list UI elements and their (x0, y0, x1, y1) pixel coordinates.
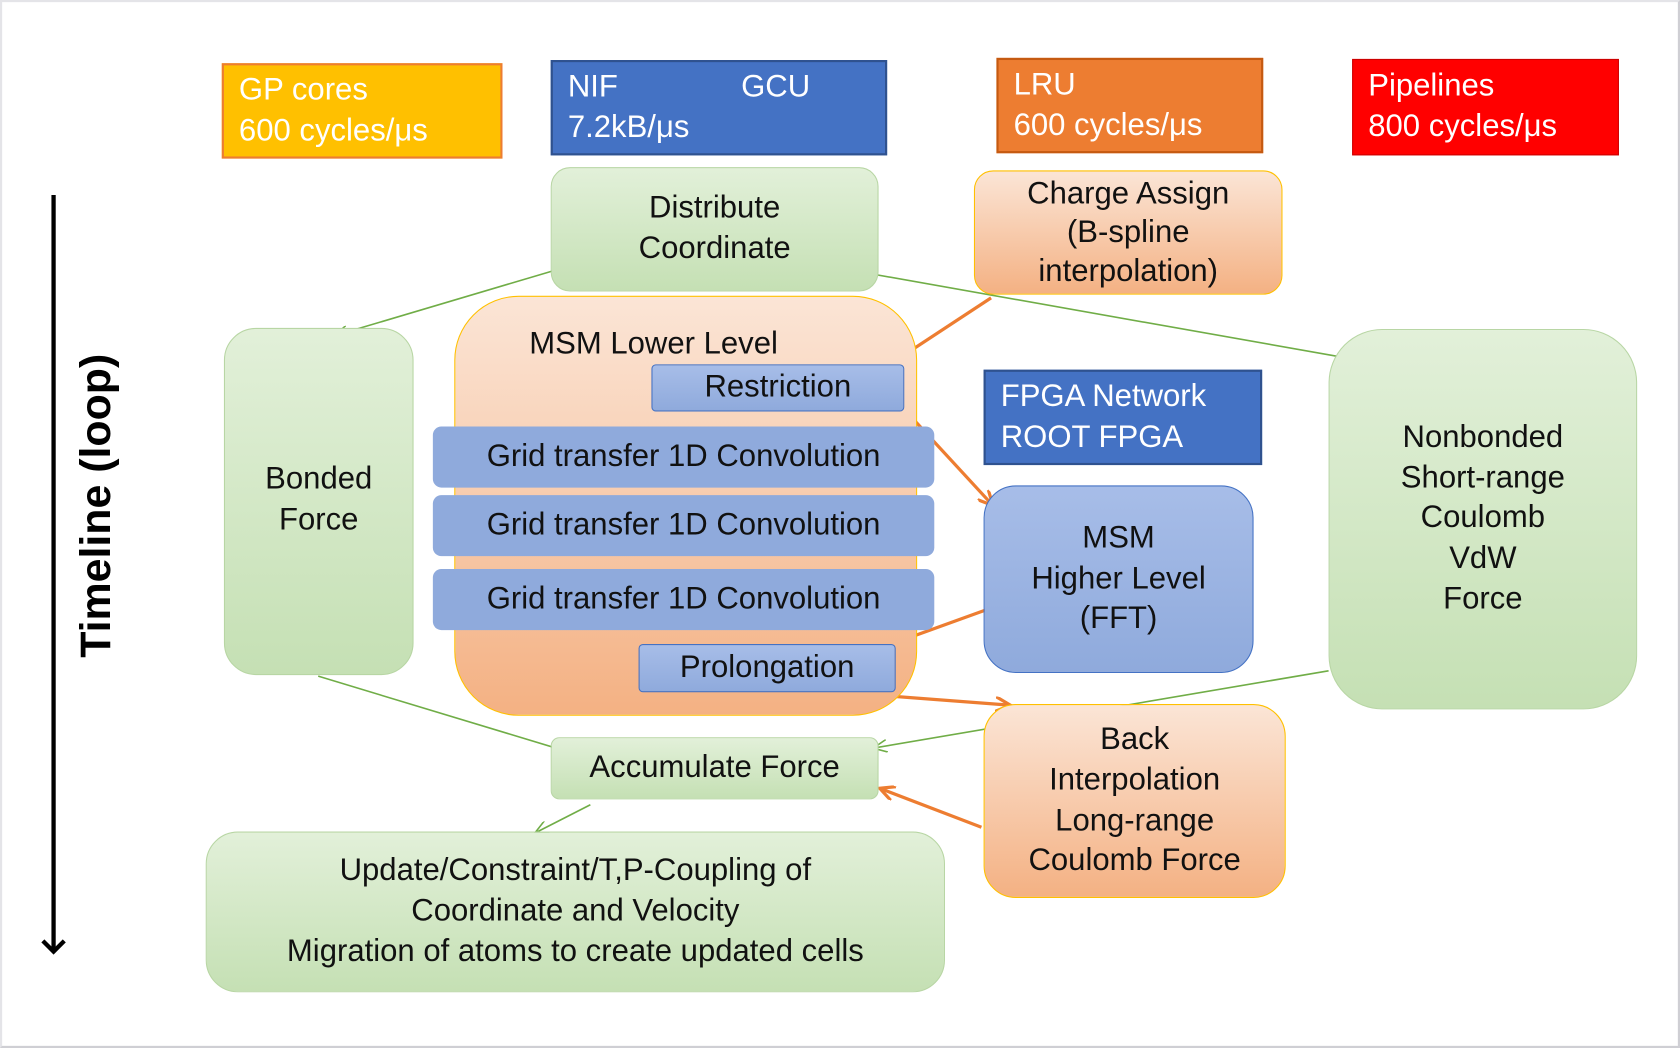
node-text: Coulomb Force (1028, 843, 1241, 878)
timeline-label: Timeline (loop) (72, 353, 120, 658)
node-text: Nonbonded (1402, 420, 1564, 455)
node-msm-higher-level: MSM Higher Level (FFT) (983, 485, 1254, 673)
header-nif-gcu: NIF GCU 7.2kB/μs (550, 60, 888, 156)
node-text: Force (279, 502, 359, 537)
node-text: Back (1100, 722, 1170, 757)
header-lru: LRU 600 cycles/μs (996, 57, 1264, 154)
diagram: Timeline (loop) GP cores 600 cycles/μs N… (0, 0, 1680, 1048)
node-bonded-force: Bonded Force (223, 327, 414, 676)
header-pipelines: Pipelines 800 cycles/μs (1352, 58, 1619, 156)
node-text: Grid transfer 1D Convolution (486, 438, 881, 474)
node-text: Bonded (265, 461, 373, 497)
node-text: (B-spline (1066, 215, 1190, 250)
node-text: Long-range (1055, 803, 1215, 838)
header-line: 7.2kB/μs (567, 109, 690, 145)
arrow-accumulate-to-update (536, 804, 591, 833)
node-grid-transfer-3: Grid transfer 1D Convolution (432, 569, 935, 631)
node-text: Coordinate and Velocity (411, 893, 740, 929)
node-nonbonded-force: Nonbonded Short-range Coulomb VdW Force (1328, 328, 1638, 710)
node-text: VdW (1449, 541, 1517, 576)
node-accumulate-force: Accumulate Force (550, 737, 879, 800)
node-text: Interpolation (1049, 762, 1221, 798)
header-line: LRU (1013, 67, 1076, 102)
arrow-back-to-accumulate (881, 789, 983, 829)
header-gcu: GCU (741, 69, 811, 104)
header-line: 600 cycles/μs (1013, 107, 1203, 142)
node-restriction: Restriction (651, 364, 905, 412)
node-text: Prolongation (679, 650, 855, 685)
node-text: MSM (1082, 520, 1155, 556)
node-text: Distribute (649, 191, 781, 226)
node-text: (FFT) (1079, 601, 1158, 636)
node-text: Accumulate Force (589, 750, 840, 785)
node-title: MSM Lower Level (529, 326, 778, 362)
node-charge-assign: Charge Assign (B-spline interpolation) (973, 170, 1283, 295)
node-text: Force (1443, 581, 1523, 616)
node-text: Coulomb (1420, 500, 1546, 536)
node-text: Migration of atoms to create updated cel… (286, 934, 864, 969)
node-text: Grid transfer 1D Convolution (486, 581, 881, 616)
header-line: Pipelines (1368, 68, 1495, 104)
header-gp-cores: GP cores 600 cycles/μs (221, 63, 503, 159)
header-line: FPGA Network (1000, 379, 1207, 414)
node-grid-transfer-1: Grid transfer 1D Convolution (432, 426, 935, 488)
node-text: Short-range (1400, 460, 1565, 495)
node-text: interpolation) (1038, 254, 1219, 289)
header-line: NIF GCU (568, 67, 810, 107)
header-fpga-network: FPGA Network ROOT FPGA (983, 369, 1263, 466)
header-line: 600 cycles/μs (238, 113, 428, 148)
node-update-constraint: Update/Constraint/T,P-Coupling of Coordi… (205, 831, 946, 993)
node-text: Higher Level (1031, 561, 1206, 596)
node-text: Coordinate (638, 231, 791, 266)
header-line: 800 cycles/μs (1368, 109, 1558, 144)
node-distribute-coordinate: Distribute Coordinate (550, 167, 879, 292)
header-nif: NIF (567, 69, 618, 104)
node-text: Update/Constraint/T,P-Coupling of (339, 853, 812, 888)
node-back-interpolation: Back Interpolation Long-range Coulomb Fo… (983, 704, 1286, 898)
node-text: Restriction (704, 369, 852, 405)
node-grid-transfer-2: Grid transfer 1D Convolution (432, 495, 935, 557)
node-text: Grid transfer 1D Convolution (486, 507, 881, 542)
header-line: ROOT FPGA (1000, 419, 1184, 454)
node-text: Charge Assign (1027, 176, 1230, 211)
node-prolongation: Prolongation (638, 644, 896, 693)
header-line: GP cores (238, 72, 368, 107)
